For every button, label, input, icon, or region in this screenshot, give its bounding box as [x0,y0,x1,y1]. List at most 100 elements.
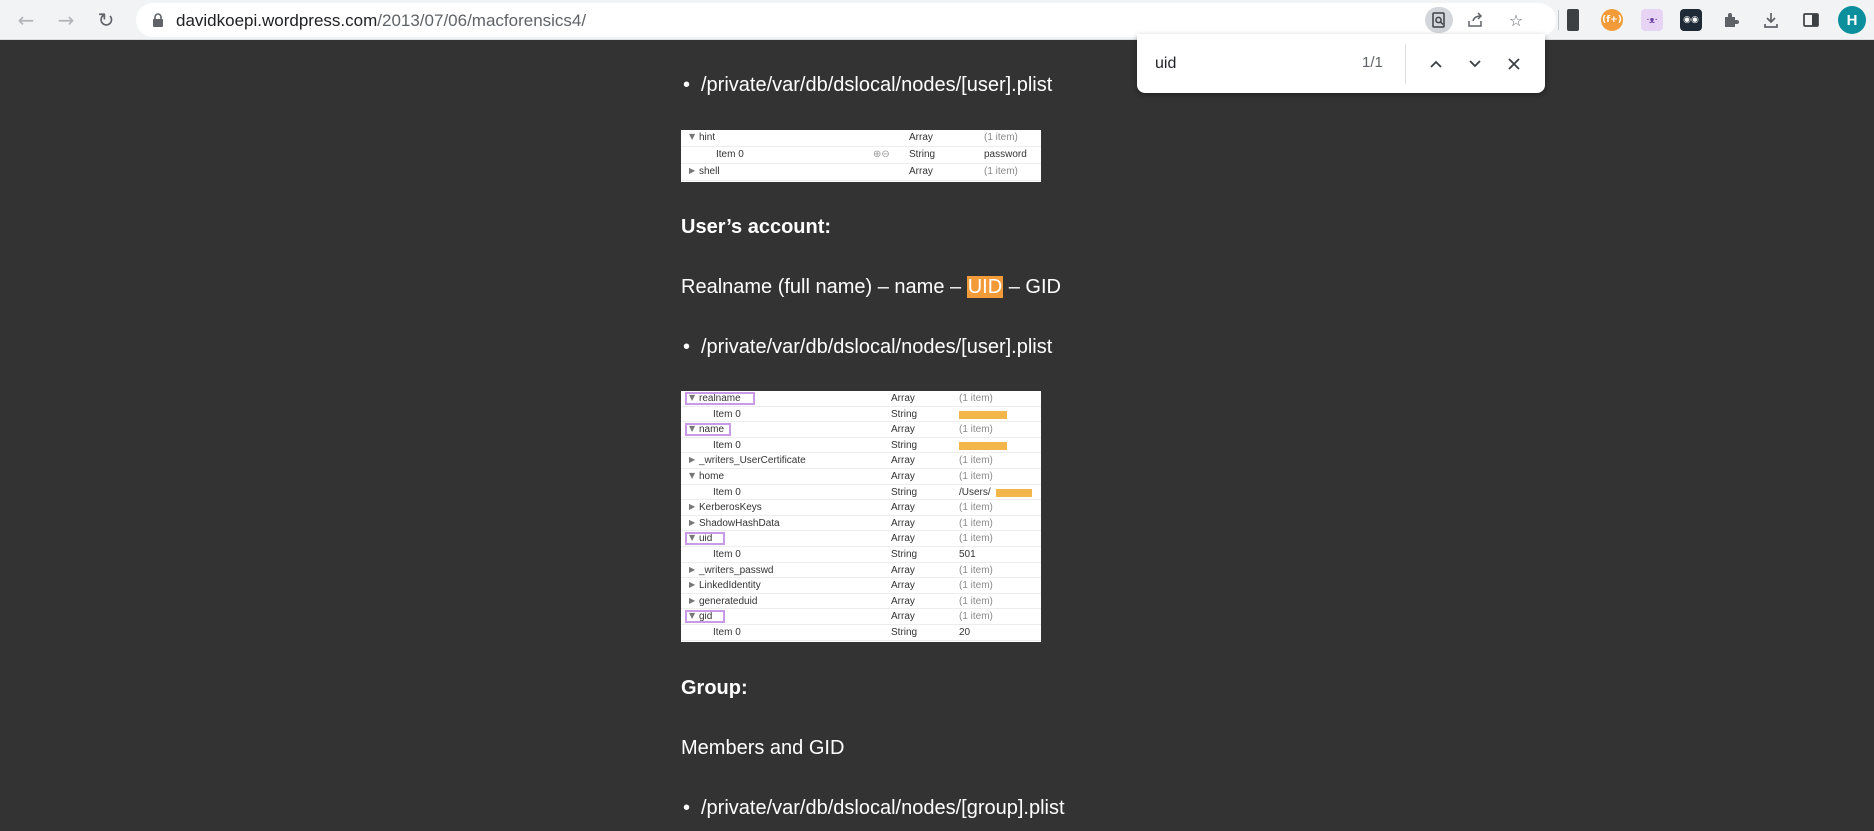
side-panel-icon[interactable] [1796,5,1826,35]
disclosure-collapsed-icon: ▶ [689,502,696,512]
plist-key: Item 0 [713,548,741,560]
plist-row: ▶ LinkedIdentity Array (1 item) [681,578,1041,594]
redaction-bar [959,441,1007,450]
plist-type: String [891,408,918,420]
plist-row: ▼ hint Array (1 item) [681,130,1041,147]
lock-icon [153,13,163,27]
plist-row: ▶ _writers_passwd Array (1 item) [681,563,1041,579]
extension-phone-icon[interactable] [1558,5,1588,35]
find-match-count: 1/1 [1362,54,1383,71]
plist-row: ▼ name Array (1 item) [681,422,1041,438]
plist-key: KerberosKeys [699,502,762,514]
plist-value: (1 item) [959,595,993,607]
plist-key: Item 0 [713,626,741,638]
plist-value: (1 item) [959,580,993,592]
plist-path-user-2: /private/var/db/dslocal/nodes/[user].pli… [683,336,1052,359]
plist-type: String [891,548,918,560]
annotation-box [685,610,725,624]
heading-group: Group: [681,677,748,699]
plist-row: ▶ generateduid Array (1 item) [681,594,1041,610]
plist-value: password [984,149,1027,160]
plist-key: _writers_passwd [699,564,774,576]
plist-row: Item 0 String [681,438,1041,454]
plist-type: String [891,626,918,638]
plist-key: generateduid [699,595,758,607]
find-input[interactable] [1155,52,1325,76]
plist-type: Array [891,564,915,576]
browser-toolbar: ← → ↻ davidkoepi.wordpress.com/2013/07/0… [0,0,1874,40]
plist-type: Array [891,533,915,545]
plist-row: ▶ KerberosKeys Array (1 item) [681,500,1041,516]
plist-row: Item 0 String [681,407,1041,423]
extension-fplus-icon[interactable]: (f+) [1597,5,1627,35]
url-text[interactable]: davidkoepi.wordpress.com/2013/07/06/macf… [176,11,586,31]
plist-value: (1 item) [959,424,993,436]
plist-row: ▼ uid Array (1 item) [681,531,1041,547]
heading-users-account: User’s account: [681,216,832,238]
plist-type: String [909,149,936,160]
plist-value: (1 item) [959,517,993,529]
disclosure-collapsed-icon: ▶ [689,564,696,574]
plist-value: (1 item) [959,470,993,482]
forward-arrow-icon[interactable]: → [50,4,82,36]
bookmark-star-icon[interactable]: ☆ [1502,7,1530,33]
account-para-text-end: – GID [1003,276,1061,298]
plist-type: String [891,486,918,498]
find-previous-chevron-up-icon[interactable] [1422,50,1450,78]
plist-key: Item 0 [713,408,741,420]
extensions-puzzle-icon[interactable] [1716,5,1746,35]
plist-value: (1 item) [959,564,993,576]
plist-path-user-1: /private/var/db/dslocal/nodes/[user].pli… [683,74,1052,97]
plist-value: (1 item) [959,393,993,404]
find-bar: 1/1 [1137,34,1545,93]
plist-value: (1 item) [959,502,993,514]
address-bar[interactable]: davidkoepi.wordpress.com/2013/07/06/macf… [136,3,1556,37]
extension-robot-icon[interactable]: ◉◉ [1676,5,1706,35]
plist-value: (1 item) [959,533,993,545]
plist-value: (1 item) [984,132,1018,143]
plist-row: ▶ shell Array (1 item) [681,164,1041,181]
redaction-bar [996,488,1032,497]
extension-ghost-icon[interactable]: ᐧᴥᐧ [1637,5,1667,35]
plist-row: Item 0 String 20 [681,625,1041,641]
plist-key: hint [699,132,716,143]
plist-row: Item 0 ⊕⊖ String password [681,147,1041,164]
annotation-box [685,392,755,405]
group-paragraph: Members and GID [681,737,845,759]
plist-value: 501 [959,548,976,560]
reload-icon[interactable]: ↻ [90,4,122,36]
redaction-bar [959,410,1007,419]
profile-avatar[interactable]: H [1838,6,1866,34]
share-icon[interactable] [1462,7,1490,33]
plist-type: Array [891,595,915,607]
plist-type: Array [891,580,915,592]
disclosure-expanded-icon: ▼ [689,470,696,480]
plist-row: ▶ ShadowHashData Array (1 item) [681,516,1041,532]
annotation-box [685,423,731,437]
download-icon[interactable] [1756,5,1786,35]
disclosure-collapsed-icon: ▶ [689,517,696,527]
plist-value: 20 [959,626,971,638]
plist-key: Item 0 [713,439,741,451]
plist-row: ▼ gid Array (1 item) [681,609,1041,625]
plist-type: Array [891,424,915,436]
plist-type: String [891,439,918,451]
disclosure-collapsed-icon: ▶ [689,595,696,605]
plist-type: Array [891,455,915,467]
annotation-box [685,532,725,546]
plist-key: _writers_UserCertificate [699,455,806,467]
disclosure-collapsed-icon: ▶ [689,580,696,590]
plist-key: LinkedIdentity [699,580,761,592]
plist-type: Array [891,517,915,529]
plist-row: ▼ realname Array (1 item) [681,391,1041,407]
plist-path-group: /private/var/db/dslocal/nodes/[group].pl… [683,797,1065,820]
url-host: davidkoepi.wordpress.com [176,11,378,30]
find-in-page-icon[interactable] [1425,7,1453,33]
find-close-icon[interactable] [1500,50,1528,78]
plist-row: ▶ _writers_UserCertificate Array (1 item) [681,453,1041,469]
find-next-chevron-down-icon[interactable] [1461,50,1489,78]
back-arrow-icon[interactable]: ← [10,4,42,36]
plist-type: Array [909,132,933,143]
extension-fplus-label: (f+) [1601,9,1623,31]
find-separator [1405,44,1406,84]
